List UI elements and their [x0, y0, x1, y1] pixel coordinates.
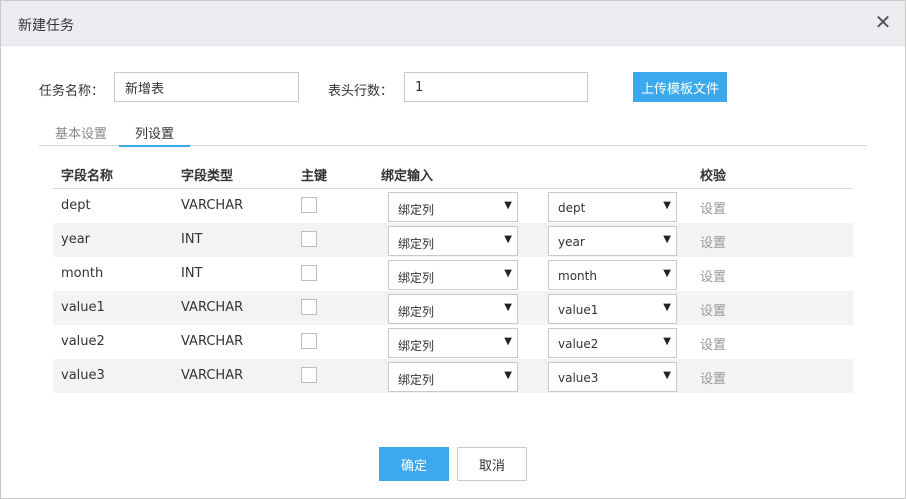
field-name-cell: dept: [61, 198, 91, 213]
bind-column-select[interactable]: dept ▼: [548, 192, 677, 222]
bind-mode-select[interactable]: 绑定列 ▼: [388, 226, 518, 256]
field-type-cell: VARCHAR: [181, 198, 244, 213]
primary-key-checkbox[interactable]: [301, 333, 317, 349]
bind-mode-select[interactable]: 绑定列 ▼: [388, 192, 518, 222]
field-type-cell: VARCHAR: [181, 334, 244, 349]
header-field-type: 字段类型: [181, 169, 234, 184]
bind-mode-value: 绑定列: [398, 339, 435, 353]
primary-key-checkbox[interactable]: [301, 231, 317, 247]
header-primary-key: 主键: [301, 169, 328, 184]
bind-column-value: year: [558, 235, 585, 249]
dialog-title: 新建任务: [18, 18, 74, 34]
tab-basic-settings[interactable]: 基本设置: [39, 120, 123, 146]
table-row: value3 VARCHAR 绑定列 ▼ value3 ▼ 设置: [53, 359, 853, 393]
chevron-down-icon: ▼: [663, 268, 671, 279]
chevron-down-icon: ▼: [504, 336, 512, 347]
validate-settings-link[interactable]: 设置: [700, 334, 726, 353]
task-name-input[interactable]: [114, 72, 299, 102]
field-name-cell: year: [61, 232, 91, 247]
column-settings-table: 字段名称 字段类型 主键 绑定输入 校验 dept VARCHAR 绑定列 ▼ …: [53, 156, 853, 393]
settings-tabs: 基本设置 列设置: [39, 120, 867, 147]
table-row: month INT 绑定列 ▼ month ▼ 设置: [53, 257, 853, 291]
bind-column-select[interactable]: value2 ▼: [548, 328, 677, 358]
table-row: value1 VARCHAR 绑定列 ▼ value1 ▼ 设置: [53, 291, 853, 325]
primary-key-checkbox[interactable]: [301, 265, 317, 281]
chevron-down-icon: ▼: [663, 200, 671, 211]
bind-mode-select[interactable]: 绑定列 ▼: [388, 294, 518, 324]
field-name-cell: value2: [61, 334, 105, 349]
header-validate: 校验: [700, 169, 727, 184]
field-type-cell: INT: [181, 266, 203, 281]
table-row: year INT 绑定列 ▼ year ▼ 设置: [53, 223, 853, 257]
chevron-down-icon: ▼: [663, 336, 671, 347]
validate-settings-link[interactable]: 设置: [700, 198, 726, 217]
bind-mode-select[interactable]: 绑定列 ▼: [388, 362, 518, 392]
header-bind-input: 绑定输入: [381, 169, 434, 184]
cancel-button[interactable]: 取消: [457, 447, 527, 481]
header-field-name: 字段名称: [61, 169, 114, 184]
field-type-cell: INT: [181, 232, 203, 247]
bind-mode-select[interactable]: 绑定列 ▼: [388, 260, 518, 290]
chevron-down-icon: ▼: [504, 268, 512, 279]
bind-column-select[interactable]: value3 ▼: [548, 362, 677, 392]
confirm-button[interactable]: 确定: [379, 447, 449, 481]
chevron-down-icon: ▼: [504, 370, 512, 381]
field-name-cell: value1: [61, 300, 105, 315]
field-type-cell: VARCHAR: [181, 368, 244, 383]
bind-column-value: dept: [558, 201, 586, 215]
bind-mode-value: 绑定列: [398, 373, 435, 387]
field-name-cell: value3: [61, 368, 105, 383]
table-header: 字段名称 字段类型 主键 绑定输入 校验: [53, 156, 853, 189]
bind-column-value: month: [558, 269, 597, 283]
task-name-label: 任务名称：: [39, 84, 105, 99]
primary-key-checkbox[interactable]: [301, 299, 317, 315]
close-icon[interactable]: ✕: [873, 12, 893, 32]
header-rows-input[interactable]: [404, 72, 588, 102]
table-row: dept VARCHAR 绑定列 ▼ dept ▼ 设置: [53, 189, 853, 223]
bind-column-select[interactable]: year ▼: [548, 226, 677, 256]
bind-mode-value: 绑定列: [398, 237, 435, 251]
bind-column-select[interactable]: month ▼: [548, 260, 677, 290]
validate-settings-link[interactable]: 设置: [700, 368, 726, 387]
bind-mode-select[interactable]: 绑定列 ▼: [388, 328, 518, 358]
bind-mode-value: 绑定列: [398, 203, 435, 217]
chevron-down-icon: ▼: [663, 234, 671, 245]
tab-column-settings[interactable]: 列设置: [119, 120, 191, 147]
chevron-down-icon: ▼: [504, 200, 512, 211]
upload-template-button[interactable]: 上传模板文件: [633, 72, 727, 102]
bind-column-value: value1: [558, 303, 599, 317]
bind-mode-value: 绑定列: [398, 305, 435, 319]
new-task-dialog: 新建任务 ✕ 任务名称： 表头行数： 上传模板文件 基本设置 列设置 字段名称 …: [0, 0, 906, 499]
validate-settings-link[interactable]: 设置: [700, 300, 726, 319]
validate-settings-link[interactable]: 设置: [700, 266, 726, 285]
validate-settings-link[interactable]: 设置: [700, 232, 726, 251]
chevron-down-icon: ▼: [504, 302, 512, 313]
field-type-cell: VARCHAR: [181, 300, 244, 315]
bind-column-select[interactable]: value1 ▼: [548, 294, 677, 324]
chevron-down-icon: ▼: [504, 234, 512, 245]
bind-column-value: value2: [558, 337, 599, 351]
primary-key-checkbox[interactable]: [301, 367, 317, 383]
bind-column-value: value3: [558, 371, 599, 385]
bind-mode-value: 绑定列: [398, 271, 435, 285]
header-rows-label: 表头行数：: [328, 84, 394, 99]
chevron-down-icon: ▼: [663, 370, 671, 381]
chevron-down-icon: ▼: [663, 302, 671, 313]
dialog-header: 新建任务 ✕: [1, 1, 905, 46]
table-row: value2 VARCHAR 绑定列 ▼ value2 ▼ 设置: [53, 325, 853, 359]
field-name-cell: month: [61, 266, 104, 281]
primary-key-checkbox[interactable]: [301, 197, 317, 213]
